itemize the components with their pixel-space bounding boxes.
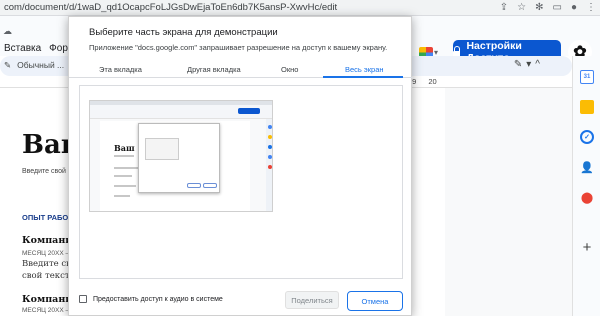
thumbnail-text-line [114,185,136,187]
thumbnail-icon [268,135,272,139]
thumbnail-button [187,183,201,188]
tab-other-tab[interactable]: Другая вкладка [187,65,241,74]
thumbnail-text-line [114,155,134,157]
menu-insert[interactable]: Вставка [4,43,41,54]
browser-toolbar-icons: ⇪ ☆ ✻ ▭ ● ⋮ [500,1,596,15]
profile-icon[interactable]: ● [571,1,577,15]
add-addon-icon[interactable]: + [580,239,594,256]
tab-window[interactable]: Окно [281,65,298,74]
active-tab-indicator [323,76,403,78]
sidebar-icon[interactable]: ▭ [553,1,562,15]
thumbnail-icon [268,165,272,169]
browser-address-bar[interactable]: com/document/d/1waD_qd1OcapcFoLJGsDwEjaT… [0,0,600,16]
side-panel: 31 ✓ 👤 ⬤ + [572,56,600,316]
tab-this-tab[interactable]: Эта вкладка [99,65,142,74]
style-select[interactable]: Обычный ... [17,60,64,71]
screen-thumbnail[interactable]: Ваш [89,100,273,212]
share-icon[interactable]: ⇪ [500,1,508,15]
screen-share-dialog: Выберите часть экрана для демонстрации П… [68,16,413,316]
screen-preview-area[interactable]: Ваш [79,85,403,279]
ruler-number: 20 [428,77,437,86]
thumbnail-text-line [114,195,130,197]
source-tabs: Эта вкладка Другая вкладка Окно Весь экр… [69,62,413,78]
thumbnail-icon [268,155,272,159]
thumbnail-share-button [238,108,260,114]
star-icon[interactable]: ☆ [517,1,526,15]
keep-icon[interactable] [580,100,594,114]
cancel-button[interactable]: Отмена [347,291,403,311]
thumbnail-side-panel [266,119,272,211]
toolbar-right: ✎ ▾ ^ [514,59,540,70]
ruler-numbers: 19 20 [408,77,437,86]
contacts-icon[interactable]: 👤 [580,160,594,174]
paint-format-icon[interactable]: ✎ [4,60,11,71]
thumbnail-button [203,183,217,188]
tab-entire-screen[interactable]: Весь экран [345,65,384,74]
cloud-sync-icon: ☁ [3,26,12,36]
maps-icon[interactable]: ⬤ [580,190,594,204]
thumbnail-text-line [114,175,132,177]
audio-share-option[interactable]: Предоставить доступ к аудио в системе [79,295,223,303]
url-text[interactable]: com/document/d/1waD_qd1OcapcFoLJGsDwEjaT… [4,2,337,13]
chevron-down-icon[interactable]: ▾ [526,59,531,70]
dialog-subtitle: Приложение "docs.google.com" запрашивает… [89,43,388,52]
tasks-icon[interactable]: ✓ [580,130,594,144]
edit-mode-icon[interactable]: ✎ [514,59,522,70]
thumbnail-text-line [114,167,140,169]
dialog-title: Выберите часть экрана для демонстрации [89,27,278,38]
menu-icon[interactable]: ⋮ [586,1,596,15]
audio-label: Предоставить доступ к аудио в системе [93,295,223,303]
thumbnail-icon [268,125,272,129]
audio-checkbox[interactable] [79,295,87,303]
extension-icon[interactable]: ✻ [535,1,543,15]
thumbnail-icon [268,145,272,149]
doc-intro: Введите свой [22,168,66,175]
thumbnail-doc-title: Ваш [114,143,135,153]
collapse-icon[interactable]: ^ [535,59,540,70]
thumbnail-mini-preview [145,138,179,160]
share-button[interactable]: Поделиться [285,291,339,309]
thumbnail-dialog [138,123,220,193]
calendar-icon[interactable]: 31 [580,70,594,84]
